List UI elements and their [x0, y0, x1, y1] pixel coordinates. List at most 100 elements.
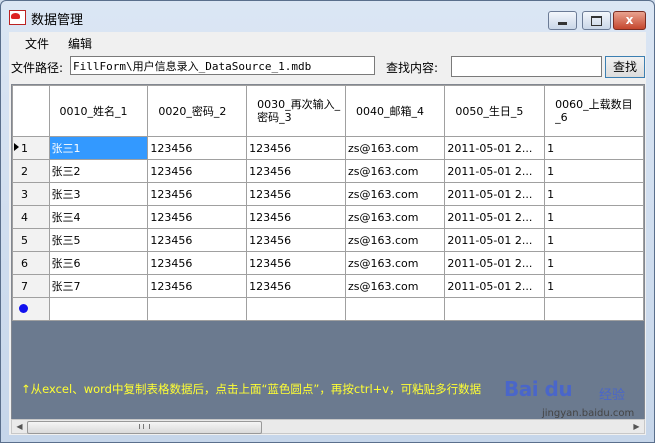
- table-row[interactable]: 5 张三5 123456 123456 zs@163.com 2011-05-01 2..…: [12, 228, 644, 252]
- table-cell[interactable]: 张三6: [48, 251, 149, 275]
- table-cell[interactable]: 123456: [246, 274, 346, 298]
- table-row[interactable]: 1 张三1 123456 123456 zs@163.com 2011-05-01 2..…: [12, 136, 644, 160]
- table-cell[interactable]: 123456: [147, 251, 248, 275]
- watermark-logo: Bai du: [504, 377, 573, 401]
- client-area: 文件 编辑 文件路径: FillForm\用户信息录入_DataSource_1…: [9, 32, 646, 435]
- empty-cell[interactable]: [246, 297, 346, 321]
- table-cell[interactable]: 张三2: [48, 159, 149, 183]
- column-header[interactable]: 0030_再次输入_密码_3: [246, 85, 346, 137]
- grip-icon: [139, 424, 150, 429]
- row-header[interactable]: 6: [12, 251, 50, 275]
- table-row[interactable]: 4 张三4 123456 123456 zs@163.com 2011-05-01 2..…: [12, 205, 644, 229]
- table-cell[interactable]: 张三5: [48, 228, 149, 252]
- table-cell[interactable]: 123456: [147, 274, 248, 298]
- table-cell[interactable]: 123456: [246, 205, 346, 229]
- table-cell[interactable]: 123456: [246, 182, 346, 206]
- scroll-thumb[interactable]: [27, 421, 262, 434]
- table-cell[interactable]: zs@163.com: [344, 274, 446, 298]
- table-cell[interactable]: 1: [544, 205, 644, 229]
- new-row[interactable]: [12, 297, 644, 321]
- table-cell[interactable]: 张三4: [48, 205, 149, 229]
- title-bar[interactable]: 数据管理 x: [1, 1, 654, 32]
- row-header[interactable]: 1: [12, 136, 50, 160]
- table-cell[interactable]: 123456: [246, 136, 346, 160]
- column-header[interactable]: 0020_密码_2: [147, 85, 248, 137]
- path-field[interactable]: FillForm\用户信息录入_DataSource_1.mdb: [70, 56, 375, 75]
- scroll-left-icon[interactable]: ◀: [13, 421, 26, 433]
- maximize-icon: [591, 16, 602, 26]
- new-row-header[interactable]: [12, 297, 50, 321]
- row-header[interactable]: 7: [12, 274, 50, 298]
- table-cell[interactable]: 2011-05-01 2...: [444, 159, 546, 183]
- table-row[interactable]: 6 张三6 123456 123456 zs@163.com 2011-05-01 2..…: [12, 251, 644, 275]
- table-cell[interactable]: 1: [544, 251, 644, 275]
- column-header[interactable]: 0040_邮箱_4: [344, 85, 446, 137]
- search-button[interactable]: 查找: [605, 56, 645, 78]
- path-label: 文件路径:: [11, 61, 64, 75]
- table-cell[interactable]: 张三3: [48, 182, 149, 206]
- maximize-button[interactable]: [582, 11, 611, 30]
- row-header[interactable]: 4: [12, 205, 50, 229]
- table-cell[interactable]: zs@163.com: [344, 136, 446, 160]
- current-row-icon: [14, 143, 19, 151]
- empty-cell[interactable]: [344, 297, 446, 321]
- table-row[interactable]: 7 张三7 123456 123456 zs@163.com 2011-05-01 2..…: [12, 274, 644, 298]
- table-cell[interactable]: 2011-05-01 2...: [444, 228, 546, 252]
- table-cell[interactable]: 2011-05-01 2...: [444, 136, 546, 160]
- table-cell[interactable]: 123456: [246, 159, 346, 183]
- table-cell[interactable]: 1: [544, 274, 644, 298]
- menu-file[interactable]: 文件: [25, 35, 49, 52]
- table-cell[interactable]: 张三7: [48, 274, 149, 298]
- table-cell[interactable]: 123456: [246, 251, 346, 275]
- empty-cell[interactable]: [444, 297, 546, 321]
- search-input[interactable]: [451, 56, 602, 77]
- empty-cell[interactable]: [48, 297, 149, 321]
- row-number: 1: [21, 142, 28, 155]
- table-cell[interactable]: zs@163.com: [344, 159, 446, 183]
- table-cell[interactable]: 1: [544, 228, 644, 252]
- empty-cell[interactable]: [147, 297, 248, 321]
- row-number: 4: [21, 211, 28, 224]
- table-cell[interactable]: 123456: [147, 228, 248, 252]
- new-row-dot-icon[interactable]: [19, 303, 28, 313]
- table-cell[interactable]: 123456: [147, 182, 248, 206]
- close-button[interactable]: x: [613, 11, 646, 30]
- table-cell[interactable]: 张三1: [48, 136, 149, 160]
- minimize-icon: [558, 22, 567, 25]
- row-header[interactable]: 5: [12, 228, 50, 252]
- horizontal-scrollbar[interactable]: ◀ ▶: [11, 419, 645, 434]
- empty-cell[interactable]: [544, 297, 644, 321]
- table-cell[interactable]: 2011-05-01 2...: [444, 251, 546, 275]
- table-cell[interactable]: 123456: [246, 228, 346, 252]
- row-header[interactable]: 2: [12, 159, 50, 183]
- corner-cell[interactable]: [12, 85, 50, 137]
- data-grid[interactable]: 0010_姓名_1 0020_密码_2 0030_再次输入_密码_3 0040_…: [11, 84, 645, 420]
- close-icon: x: [625, 13, 634, 27]
- menu-bar: 文件 编辑: [9, 32, 646, 52]
- column-header[interactable]: 0060_上载数目_6: [544, 85, 644, 137]
- row-header[interactable]: 3: [12, 182, 50, 206]
- table-cell[interactable]: zs@163.com: [344, 251, 446, 275]
- table-cell[interactable]: 2011-05-01 2...: [444, 205, 546, 229]
- table-cell[interactable]: 1: [544, 136, 644, 160]
- table-row[interactable]: 2 张三2 123456 123456 zs@163.com 2011-05-01 2..…: [12, 159, 644, 183]
- column-header[interactable]: 0050_生日_5: [444, 85, 546, 137]
- table-cell[interactable]: 123456: [147, 159, 248, 183]
- table-cell[interactable]: zs@163.com: [344, 182, 446, 206]
- minimize-button[interactable]: [548, 11, 577, 30]
- table-cell[interactable]: zs@163.com: [344, 228, 446, 252]
- scroll-right-icon[interactable]: ▶: [630, 421, 643, 433]
- table-row[interactable]: 3 张三3 123456 123456 zs@163.com 2011-05-01 2..…: [12, 182, 644, 206]
- table-cell[interactable]: 2011-05-01 2...: [444, 274, 546, 298]
- menu-edit[interactable]: 编辑: [68, 35, 92, 52]
- table-cell[interactable]: 1: [544, 182, 644, 206]
- row-number: 5: [21, 234, 28, 247]
- table-cell[interactable]: zs@163.com: [344, 205, 446, 229]
- table-cell[interactable]: 123456: [147, 205, 248, 229]
- table-cell[interactable]: 1: [544, 159, 644, 183]
- watermark-sub: 经验: [599, 388, 626, 403]
- app-icon: [9, 10, 26, 25]
- table-cell[interactable]: 123456: [147, 136, 248, 160]
- table-cell[interactable]: 2011-05-01 2...: [444, 182, 546, 206]
- column-header[interactable]: 0010_姓名_1: [48, 85, 149, 137]
